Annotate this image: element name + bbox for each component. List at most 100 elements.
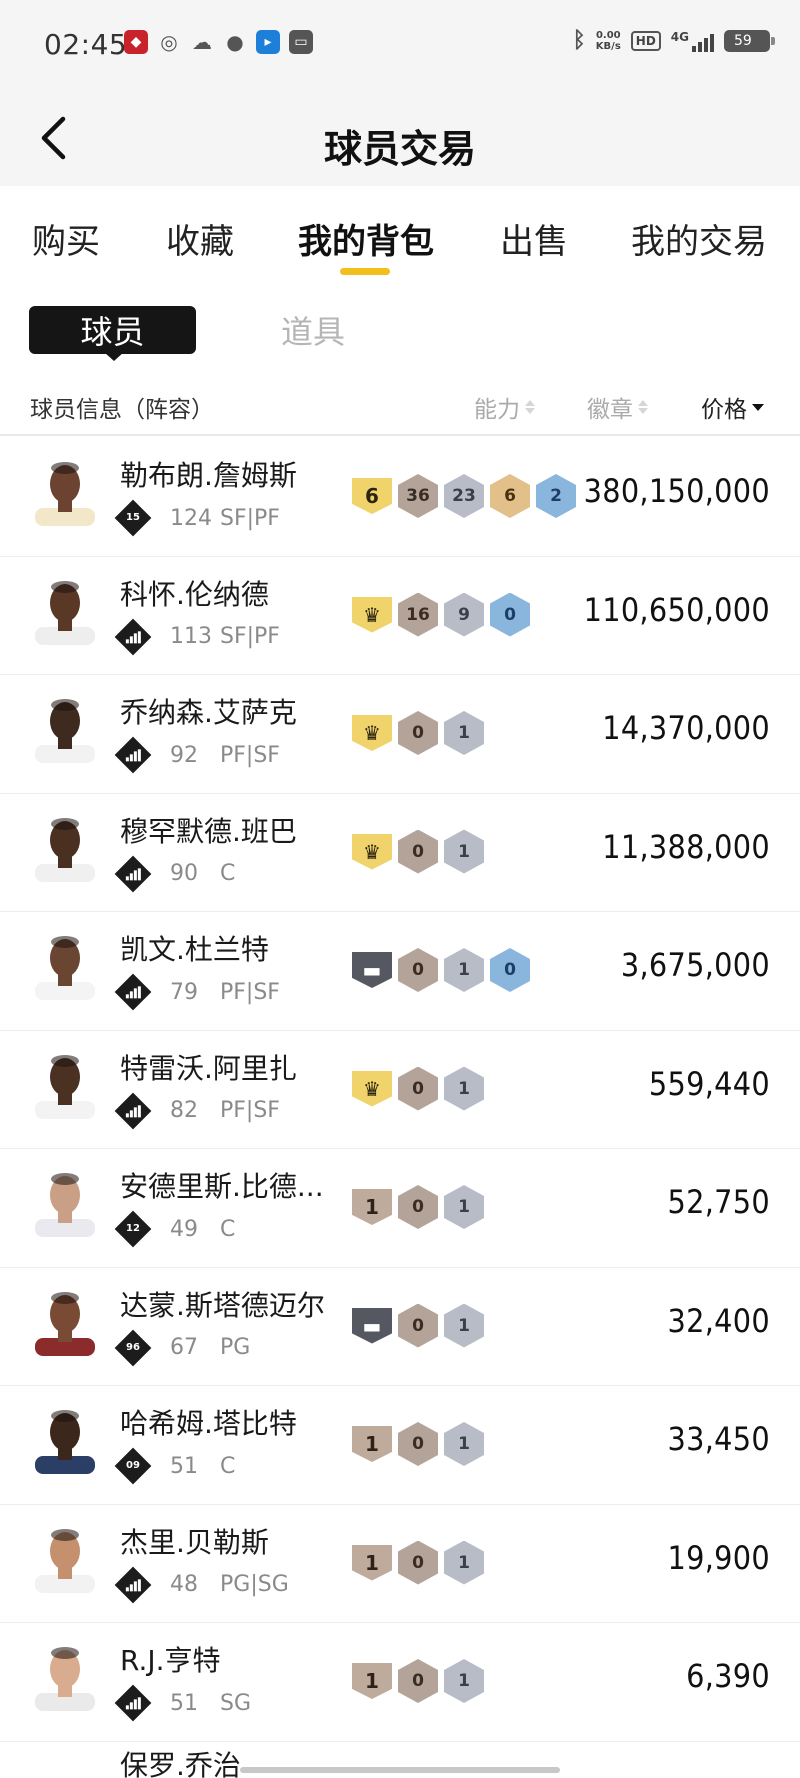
skill-badge: 1 bbox=[444, 1303, 484, 1348]
sort-descending-icon bbox=[752, 403, 764, 411]
tab-buy[interactable]: 购买 bbox=[32, 214, 100, 263]
active-tab-indicator bbox=[340, 268, 390, 275]
badge-group: 6 36 23 6 2 bbox=[352, 474, 576, 518]
player-meta: 79 PF|SF bbox=[114, 973, 280, 1011]
sort-arrows-icon bbox=[638, 400, 648, 414]
player-avatar-icon bbox=[29, 1521, 101, 1593]
sort-arrows-icon bbox=[525, 400, 535, 414]
player-meta: 51 SG bbox=[114, 1684, 251, 1722]
player-name: 乔纳森.艾萨克 bbox=[120, 696, 297, 729]
player-row[interactable]: R.J.亨特 51 SG 1 0 1 6,390 bbox=[0, 1623, 800, 1742]
player-overall: 124 bbox=[170, 505, 212, 531]
skill-badge: 23 bbox=[444, 474, 484, 518]
player-name: 勒布朗.詹姆斯 bbox=[120, 459, 297, 492]
skill-badge: 0 bbox=[398, 1303, 438, 1348]
player-overall: 51 bbox=[170, 1453, 198, 1479]
skill-badge: 9 bbox=[444, 592, 484, 637]
skill-badge: 1 bbox=[444, 1422, 484, 1466]
skill-badge: 0 bbox=[398, 711, 438, 755]
bluetooth-icon: ᛒ bbox=[572, 28, 586, 53]
skill-badge: 6 bbox=[490, 474, 530, 518]
player-position: PG|SG bbox=[220, 1572, 289, 1597]
player-avatar-icon bbox=[29, 1639, 101, 1711]
app-blue-icon: ▸ bbox=[256, 30, 280, 54]
player-name: 达蒙.斯塔德迈尔 bbox=[120, 1288, 325, 1322]
tab-sell[interactable]: 出售 bbox=[500, 214, 568, 263]
player-row[interactable]: 穆罕默德.班巴 90 C ♛ 0 1 11,388,000 bbox=[0, 794, 800, 912]
player-price: 559,440 bbox=[648, 1064, 770, 1103]
player-position: SF|PF bbox=[220, 624, 280, 649]
segment-players[interactable]: 球员 bbox=[29, 306, 196, 354]
player-row[interactable]: 勒布朗.詹姆斯 15 124 SF|PF 6 36 23 6 2 380,150,000 bbox=[0, 438, 800, 557]
badge-group: 101 bbox=[352, 1659, 484, 1703]
player-avatar-icon bbox=[29, 691, 101, 763]
tab-favorites[interactable]: 收藏 bbox=[166, 214, 234, 263]
rank-badge: 12 bbox=[114, 1210, 152, 1248]
home-indicator[interactable] bbox=[240, 1767, 560, 1773]
skill-badge: 1 bbox=[444, 1540, 484, 1585]
skill-badge: 16 bbox=[398, 592, 438, 637]
player-name: 凯文.杜兰特 bbox=[120, 933, 269, 966]
player-name: 特雷沃.阿里扎 bbox=[120, 1051, 297, 1085]
sort-badges-label: 徽章 bbox=[587, 397, 633, 423]
segment-pointer bbox=[104, 352, 124, 361]
player-price: 11,388,000 bbox=[602, 827, 770, 866]
skill-badge: 1 bbox=[444, 711, 484, 755]
list-header: 球员信息（阵容） 能力 徽章 价格 bbox=[0, 380, 800, 436]
signal-bars-icon bbox=[114, 736, 152, 774]
player-price: 32,400 bbox=[667, 1301, 770, 1340]
ability-badge: 1 bbox=[352, 1663, 392, 1699]
ability-badge: ♛ bbox=[352, 1070, 392, 1107]
app-news-icon: ◆ bbox=[124, 30, 148, 54]
tab-my-trades[interactable]: 我的交易 bbox=[631, 214, 767, 263]
player-position: C bbox=[220, 861, 236, 886]
player-row[interactable]: 达蒙.斯塔德迈尔 96 67 PG ▬ 0 1 32,400 bbox=[0, 1268, 800, 1386]
rank-badge: 09 bbox=[114, 1447, 152, 1485]
player-name: 穆罕默德.班巴 bbox=[120, 814, 297, 848]
sort-price-label: 价格 bbox=[701, 397, 747, 423]
segment-items[interactable]: 道具 bbox=[248, 306, 378, 354]
player-row[interactable]: 凯文.杜兰特 79 PF|SF ▬ 0 1 0 3,675,000 bbox=[0, 912, 800, 1031]
rank-number: 12 bbox=[126, 1222, 140, 1234]
rank-number: 15 bbox=[126, 511, 140, 523]
badge-group: 101 bbox=[352, 1422, 484, 1466]
player-position: PF|SF bbox=[220, 1098, 280, 1123]
ability-badge: 1 bbox=[352, 1426, 392, 1462]
player-row[interactable]: 特雷沃.阿里扎 82 PF|SF ♛ 0 1 559,440 bbox=[0, 1031, 800, 1149]
badge-group: 101 bbox=[352, 1185, 484, 1229]
skill-badge: 0 bbox=[398, 1185, 438, 1229]
rank-badge: 96 bbox=[114, 1329, 152, 1366]
signal-bars-icon bbox=[114, 1092, 152, 1129]
player-overall: 49 bbox=[170, 1216, 198, 1242]
hd-indicator: HD bbox=[630, 30, 661, 51]
nav-bar: 球员交易 bbox=[0, 90, 800, 186]
sort-badges[interactable]: 徽章 bbox=[587, 390, 648, 424]
skill-badge: 1 bbox=[444, 1185, 484, 1229]
badge-group: ▬ 0 1 bbox=[352, 1303, 484, 1348]
status-bar: 02:45 ◆ ◎ ☁ ● ▸ ▭ ᛒ 0.00 KB/s HD 4G 59 bbox=[0, 0, 800, 90]
player-row[interactable]: 杰里.贝勒斯 48 PG|SG 1 0 1 19,900 bbox=[0, 1505, 800, 1623]
badge-group: ♛ 16 9 0 bbox=[352, 592, 530, 637]
ability-badge: ♛ bbox=[352, 596, 392, 633]
signal-icon: 4G bbox=[671, 30, 714, 52]
sort-ability[interactable]: 能力 bbox=[474, 390, 535, 424]
player-position: PF|SF bbox=[220, 979, 280, 1005]
badge-group: ♛ 0 1 bbox=[352, 829, 484, 874]
sort-ability-label: 能力 bbox=[474, 397, 520, 423]
player-price: 52,750 bbox=[667, 1183, 770, 1221]
player-overall: 82 bbox=[170, 1098, 198, 1123]
signal-bars-icon bbox=[114, 1684, 152, 1722]
badge-group: ♛ 0 1 bbox=[352, 1066, 484, 1111]
ability-badge: ♛ bbox=[352, 833, 392, 870]
player-row[interactable]: 哈希姆.塔比特 09 51 C 1 0 1 33,450 bbox=[0, 1386, 800, 1505]
badge-group: 101 bbox=[352, 1540, 484, 1585]
player-row[interactable]: 科怀.伦纳德 113 SF|PF ♛ 16 9 0 110,650,000 bbox=[0, 557, 800, 675]
player-row[interactable]: 安德里斯.比德... 12 49 C 1 0 1 52,750 bbox=[0, 1149, 800, 1268]
tab-my-backpack[interactable]: 我的背包 bbox=[298, 214, 434, 263]
skill-badge: 1 bbox=[444, 1066, 484, 1111]
player-price: 110,650,000 bbox=[583, 590, 770, 629]
player-price: 14,370,000 bbox=[602, 709, 770, 747]
sort-price[interactable]: 价格 bbox=[701, 390, 764, 424]
player-row[interactable]: 乔纳森.艾萨克 92 PF|SF ♛ 0 1 14,370,000 bbox=[0, 675, 800, 794]
player-position: SF|PF bbox=[220, 505, 280, 531]
